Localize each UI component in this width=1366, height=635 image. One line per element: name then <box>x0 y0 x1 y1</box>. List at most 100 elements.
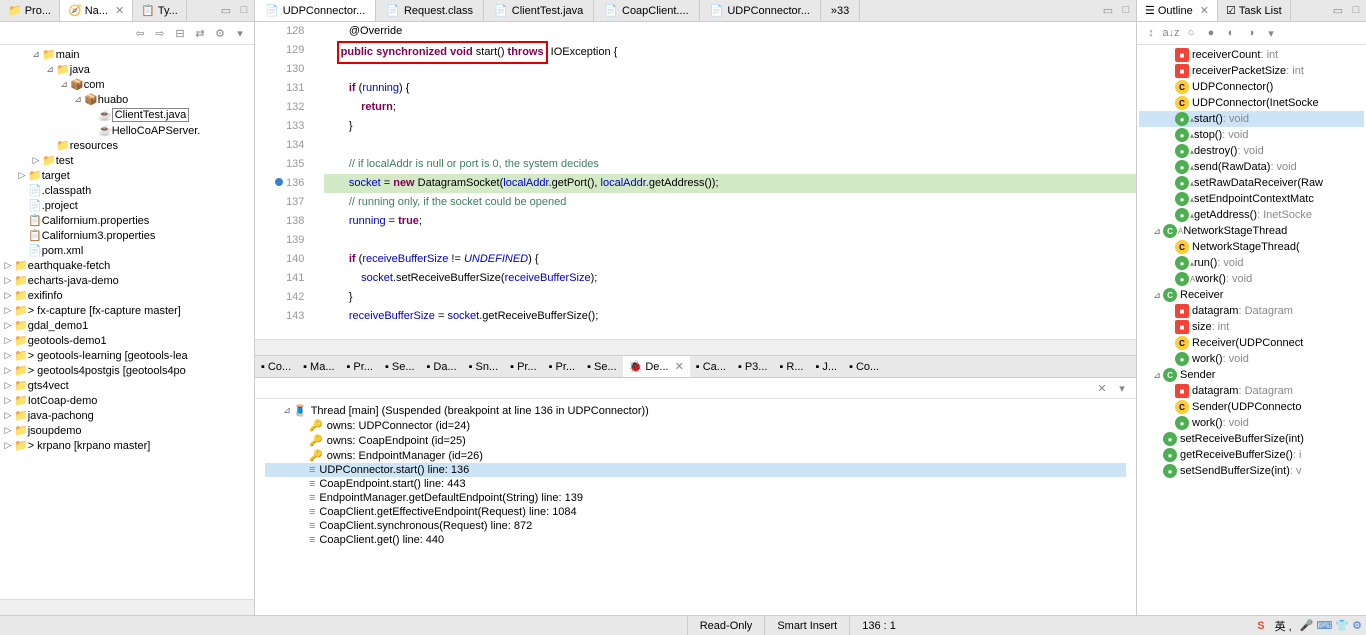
tree-item[interactable]: ▷📁jsoupdemo <box>2 423 252 438</box>
code-line[interactable]: } <box>324 288 1136 307</box>
back-icon[interactable]: ⇦ <box>132 25 148 41</box>
bottom-tab[interactable]: ▪Da... <box>421 356 463 377</box>
link-icon[interactable]: ⇄ <box>192 25 208 41</box>
bottom-tab[interactable]: ▪Pr... <box>504 356 542 377</box>
bottom-tab[interactable]: ▪Sn... <box>463 356 505 377</box>
outline-item[interactable]: ●setSendBufferSize(int) : v <box>1139 463 1364 479</box>
outline-item[interactable]: CUDPConnector() <box>1139 79 1364 95</box>
outline-item[interactable]: ●▴start() : void <box>1139 111 1364 127</box>
bottom-tab[interactable]: ▪Co... <box>843 356 885 377</box>
code-line[interactable]: if (running) { <box>324 79 1136 98</box>
outline-item[interactable]: ●▴destroy() : void <box>1139 143 1364 159</box>
outline-item[interactable]: CUDPConnector(InetSocke <box>1139 95 1364 111</box>
tab-tasklist[interactable]: ☑Task List <box>1218 0 1291 21</box>
tree-item[interactable]: 📄pom.xml <box>2 243 252 258</box>
bottom-tab[interactable]: ▪Pr... <box>341 356 379 377</box>
code-line[interactable]: // running only, if the socket could be … <box>324 193 1136 212</box>
editor-scrollbar[interactable] <box>255 339 1136 355</box>
outline-item[interactable]: CReceiver(UDPConnect <box>1139 335 1364 351</box>
code-line[interactable]: public synchronized void start() throws … <box>324 41 1136 60</box>
bottom-tab[interactable]: ▪Pr... <box>543 356 581 377</box>
bottom-tab[interactable]: ▪J... <box>810 356 844 377</box>
tab-outline[interactable]: ☰Outline✕ <box>1137 0 1218 21</box>
tree-item[interactable]: ⊿📁main <box>2 47 252 62</box>
outline-item[interactable]: CNetworkStageThread( <box>1139 239 1364 255</box>
code-line[interactable]: @Override <box>324 22 1136 41</box>
menu-icon[interactable]: ▾ <box>232 25 248 41</box>
debug-stack-frame[interactable]: ≡CoapClient.synchronous(Request) line: 8… <box>265 519 1126 533</box>
outline-item[interactable]: ⊿CReceiver <box>1139 287 1364 303</box>
debug-menu-icon[interactable]: ▾ <box>1114 380 1130 396</box>
ime-tools[interactable]: 🎤 ⌨ 👕 ⚙ <box>1296 619 1366 632</box>
tree-item[interactable]: 📋Californium.properties <box>2 213 252 228</box>
tree-item[interactable]: ▷📁echarts-java-demo <box>2 273 252 288</box>
hide-fields-icon[interactable]: ○ <box>1183 25 1199 41</box>
code-line[interactable]: return; <box>324 98 1136 117</box>
outline-item[interactable]: ■datagram : Datagram <box>1139 303 1364 319</box>
outline-item[interactable]: ●▴run() : void <box>1139 255 1364 271</box>
debug-stack-frame[interactable]: 🔑owns: EndpointManager (id=26) <box>265 448 1126 463</box>
tree-item[interactable]: ▷📁earthquake-fetch <box>2 258 252 273</box>
code-editor[interactable]: 128129130131132133134135 136137138139140… <box>255 22 1136 339</box>
tree-item[interactable]: 📄.project <box>2 198 252 213</box>
tree-item[interactable]: ▷📁exifinfo <box>2 288 252 303</box>
outline-tree[interactable]: ■receiverCount : int■receiverPacketSize … <box>1137 45 1366 615</box>
tab-navigator[interactable]: 🧭Na...✕ <box>60 0 133 21</box>
outline-item[interactable]: ⊿CANetworkStageThread <box>1139 223 1364 239</box>
code-line[interactable]: running = true; <box>324 212 1136 231</box>
maximize-icon[interactable]: □ <box>1348 2 1364 18</box>
outline-item[interactable]: ●▴setEndpointContextMatc <box>1139 191 1364 207</box>
outline-item[interactable]: CSender(UDPConnecto <box>1139 399 1364 415</box>
menu-icon[interactable]: ▾ <box>1263 25 1279 41</box>
tree-item[interactable]: ▷📁gts4vect <box>2 378 252 393</box>
outline-item[interactable]: ■size : int <box>1139 319 1364 335</box>
code-area[interactable]: @Override public synchronized void start… <box>314 22 1136 339</box>
tree-item[interactable]: ⊿📁java <box>2 62 252 77</box>
bottom-tab[interactable]: ▪Ma... <box>297 356 340 377</box>
tree-scrollbar[interactable] <box>0 599 254 615</box>
sort-icon[interactable]: ↕ <box>1143 25 1159 41</box>
tree-item[interactable]: ▷📁> geotools4postgis [geotools4po <box>2 363 252 378</box>
hide-nonpublic-icon[interactable]: ◐ <box>1223 25 1239 41</box>
filter-icon[interactable]: ⚙ <box>212 25 228 41</box>
debug-stack-frame[interactable]: 🔑owns: CoapEndpoint (id=25) <box>265 433 1126 448</box>
tree-item[interactable]: ☕HelloCoAPServer. <box>2 123 252 138</box>
tree-item[interactable]: ☕ClientTest.java <box>2 107 252 123</box>
outline-item[interactable]: ●work() : void <box>1139 415 1364 431</box>
minimize-icon[interactable]: ▭ <box>1330 2 1346 18</box>
outline-item[interactable]: ●Awork() : void <box>1139 271 1364 287</box>
outline-item[interactable]: ●work() : void <box>1139 351 1364 367</box>
outline-item[interactable]: ■datagram : Datagram <box>1139 383 1364 399</box>
editor-tabs-overflow[interactable]: »33 <box>821 0 860 21</box>
outline-item[interactable]: ●▴stop() : void <box>1139 127 1364 143</box>
debug-stack-frame[interactable]: ≡CoapEndpoint.start() line: 443 <box>265 477 1126 491</box>
tree-item[interactable]: ▷📁target <box>2 168 252 183</box>
bottom-tab[interactable]: ▪P3... <box>732 356 774 377</box>
ime-lang[interactable]: 英 , <box>1271 618 1296 634</box>
tree-item[interactable]: ▷📁geotools-demo1 <box>2 333 252 348</box>
tree-item[interactable]: 📁resources <box>2 138 252 153</box>
code-line[interactable]: if (receiveBufferSize != UNDEFINED) { <box>324 250 1136 269</box>
bottom-tab[interactable]: 🐞De...✕ <box>623 356 690 377</box>
tree-item[interactable]: ⊿📦com <box>2 77 252 92</box>
collapse-icon[interactable]: ⊟ <box>172 25 188 41</box>
debug-stack-frame[interactable]: ≡EndpointManager.getDefaultEndpoint(Stri… <box>265 491 1126 505</box>
outline-item[interactable]: ●▴getAddress() : InetSocke <box>1139 207 1364 223</box>
outline-item[interactable]: ●▴send(RawData) : void <box>1139 159 1364 175</box>
code-line[interactable]: // if localAddr is null or port is 0, th… <box>324 155 1136 174</box>
editor-tab[interactable]: 📄ClientTest.java <box>484 0 594 21</box>
editor-tab[interactable]: 📄CoapClient.... <box>594 0 699 21</box>
editor-tab[interactable]: 📄UDPConnector... <box>700 0 821 21</box>
outline-item[interactable]: ■receiverCount : int <box>1139 47 1364 63</box>
hide-local-icon[interactable]: ◑ <box>1243 25 1259 41</box>
outline-item[interactable]: ⊿CSender <box>1139 367 1364 383</box>
maximize-icon[interactable]: □ <box>236 2 252 18</box>
bottom-tab[interactable]: ▪Se... <box>379 356 421 377</box>
tree-item[interactable]: 📋Californium3.properties <box>2 228 252 243</box>
bottom-tab[interactable]: ▪Ca... <box>690 356 732 377</box>
tree-item[interactable]: ▷📁> geotools-learning [geotools-lea <box>2 348 252 363</box>
code-line[interactable]: socket.setReceiveBufferSize(receiveBuffe… <box>324 269 1136 288</box>
forward-icon[interactable]: ⇨ <box>152 25 168 41</box>
outline-item[interactable]: ●getReceiveBufferSize() : i <box>1139 447 1364 463</box>
tree-item[interactable]: 📄.classpath <box>2 183 252 198</box>
